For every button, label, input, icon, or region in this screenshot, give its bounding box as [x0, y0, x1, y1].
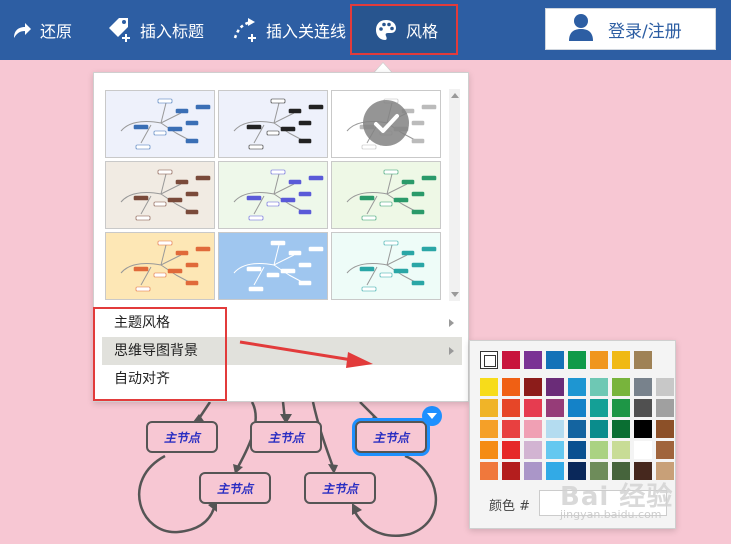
- color-swatch[interactable]: [480, 462, 498, 480]
- color-swatch[interactable]: [546, 378, 564, 396]
- color-swatch[interactable]: [590, 399, 608, 417]
- color-swatch[interactable]: [480, 441, 498, 459]
- color-swatch[interactable]: [546, 399, 564, 417]
- color-swatch[interactable]: [524, 420, 542, 438]
- color-swatch[interactable]: [546, 420, 564, 438]
- color-swatch[interactable]: [590, 378, 608, 396]
- color-swatch[interactable]: [656, 378, 674, 396]
- color-swatch[interactable]: [656, 420, 674, 438]
- color-swatch[interactable]: [524, 378, 542, 396]
- color-swatch[interactable]: [568, 378, 586, 396]
- color-swatch[interactable]: [612, 378, 630, 396]
- color-swatch[interactable]: [546, 441, 564, 459]
- color-swatch[interactable]: [634, 420, 652, 438]
- color-swatch[interactable]: [502, 441, 520, 459]
- color-swatch[interactable]: [568, 399, 586, 417]
- color-swatch[interactable]: [590, 420, 608, 438]
- baidu-jingyan-watermark: Bai 经验 jingyan.baidu.com: [560, 476, 673, 521]
- color-swatch[interactable]: [656, 441, 674, 459]
- color-swatch[interactable]: [568, 441, 586, 459]
- color-swatch[interactable]: [546, 351, 564, 369]
- color-swatch[interactable]: [634, 351, 652, 369]
- no-color-swatch[interactable]: [480, 351, 498, 369]
- color-swatch[interactable]: [502, 462, 520, 480]
- color-swatch[interactable]: [612, 351, 630, 369]
- color-swatch[interactable]: [612, 441, 630, 459]
- color-swatch[interactable]: [480, 399, 498, 417]
- color-swatch[interactable]: [524, 351, 542, 369]
- color-swatch[interactable]: [480, 420, 498, 438]
- color-swatch[interactable]: [502, 420, 520, 438]
- color-swatch[interactable]: [524, 399, 542, 417]
- color-swatch[interactable]: [590, 441, 608, 459]
- color-swatch[interactable]: [634, 378, 652, 396]
- color-swatch[interactable]: [568, 420, 586, 438]
- color-swatch[interactable]: [502, 399, 520, 417]
- color-swatch[interactable]: [612, 420, 630, 438]
- watermark-url: jingyan.baidu.com: [560, 508, 662, 521]
- color-swatch[interactable]: [656, 399, 674, 417]
- color-swatch[interactable]: [524, 462, 542, 480]
- color-swatch[interactable]: [480, 378, 498, 396]
- color-swatch[interactable]: [634, 399, 652, 417]
- color-swatch[interactable]: [568, 351, 586, 369]
- color-swatch[interactable]: [590, 351, 608, 369]
- color-swatch[interactable]: [502, 351, 520, 369]
- color-swatch[interactable]: [612, 399, 630, 417]
- color-swatch[interactable]: [524, 441, 542, 459]
- color-swatch[interactable]: [502, 378, 520, 396]
- color-swatch[interactable]: [634, 441, 652, 459]
- color-hex-label: 颜色 #: [489, 499, 531, 514]
